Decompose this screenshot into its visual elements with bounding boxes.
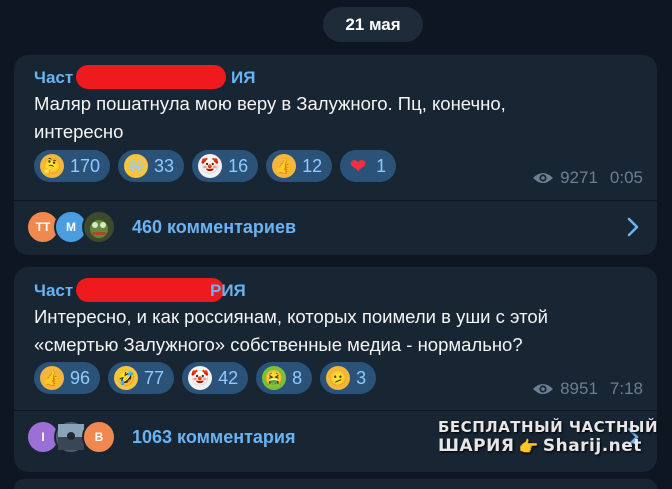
rofl-face-icon: 🤣 <box>114 366 139 390</box>
reaction-count: 16 <box>228 155 249 176</box>
next-post-edge <box>14 479 657 489</box>
reaction-grin[interactable]: 😁 33 <box>118 150 185 182</box>
author-name[interactable]: Част <box>34 281 73 301</box>
post-text-line: Интересно, и как россиянам, которых поим… <box>34 306 548 327</box>
channel-post[interactable]: Част ИЯ Маляр пошатнула мою веру в Залуж… <box>14 55 657 255</box>
reaction-heart[interactable]: ❤ 1 <box>340 150 397 182</box>
post-time: 7:18 <box>609 379 643 398</box>
reactions-bar: 👍 96 🤣 77 🤡 42 🤮 8 🫤 3 <box>34 362 377 394</box>
clown-face-icon: 🤡 <box>188 366 213 390</box>
commenter-avatars: I B <box>26 420 126 454</box>
post-time: 0:05 <box>609 168 643 187</box>
author-name-tail: ИЯ <box>231 68 256 87</box>
thumbs-up-icon: 👍 <box>272 154 297 178</box>
watermark-line2: ШАРИЯ 👉 Sharij.net <box>438 436 658 456</box>
reaction-skeptical[interactable]: 🫤 3 <box>320 362 377 394</box>
reaction-count: 96 <box>70 367 91 388</box>
post-text-line: Маляр пошатнула мою веру в Залужного. Пц… <box>34 93 506 114</box>
watermark-line1: БЕСПЛАТНЫЙ ЧАСТНЫЙ <box>438 418 659 436</box>
post-meta: 9271 0:05 <box>532 168 643 188</box>
post-text: Маляр пошатнула мою веру в Залужного. Пц… <box>34 90 506 146</box>
chevron-right-icon <box>627 217 639 237</box>
reaction-count: 33 <box>154 155 175 176</box>
reaction-count: 8 <box>292 367 303 388</box>
comments-count: 460 комментариев <box>132 216 297 237</box>
view-count: 8951 <box>560 379 598 398</box>
post-text-line: «смертью Залужного» собственные медиа - … <box>34 334 523 355</box>
reaction-count: 1 <box>376 155 387 176</box>
redaction-mark <box>76 65 226 89</box>
thumbs-up-icon: 👍 <box>40 366 64 390</box>
reaction-rofl[interactable]: 🤣 77 <box>108 362 175 394</box>
post-text-line: интересно <box>34 121 124 142</box>
avatar: B <box>82 420 116 454</box>
reaction-count: 12 <box>302 155 323 176</box>
eye-icon <box>533 384 554 394</box>
reactions-bar: 🤔 170 😁 33 🤡 16 👍 12 ❤ 1 <box>34 150 397 182</box>
skeptical-face-icon: 🫤 <box>326 366 351 390</box>
comments-count: 1063 комментария <box>132 426 296 447</box>
reaction-thumbs-up[interactable]: 👍 12 <box>266 150 333 182</box>
watermark-name: ШАРИЯ <box>438 436 515 456</box>
reaction-count: 3 <box>356 367 367 388</box>
reaction-count: 77 <box>144 367 165 388</box>
post-meta: 8951 7:18 <box>532 379 643 399</box>
reaction-vomit[interactable]: 🤮 8 <box>256 362 313 394</box>
reaction-count: 170 <box>70 155 101 176</box>
vomiting-face-icon: 🤮 <box>262 366 287 390</box>
reaction-thinking[interactable]: 🤔 170 <box>34 150 111 182</box>
reaction-clown[interactable]: 🤡 16 <box>192 150 259 182</box>
author-name[interactable]: Част <box>34 68 73 88</box>
author-name-tail: РИЯ <box>210 281 246 300</box>
grinning-face-icon: 😁 <box>124 154 149 178</box>
reaction-thumbs-up[interactable]: 👍 96 <box>34 362 101 394</box>
post-text: Интересно, и как россиянам, которых поим… <box>34 303 548 359</box>
pointing-hand-icon: 👉 <box>518 436 539 456</box>
eye-icon <box>533 173 554 183</box>
thinking-face-icon: 🤔 <box>40 154 64 178</box>
commenter-avatars: TT M <box>26 210 126 244</box>
view-count: 9271 <box>560 168 598 187</box>
clown-face-icon: 🤡 <box>198 154 223 178</box>
watermark: БЕСПЛАТНЫЙ ЧАСТНЫЙ ШАРИЯ 👉 Sharij.net <box>438 418 658 456</box>
redaction-mark <box>76 278 224 302</box>
reaction-clown[interactable]: 🤡 42 <box>182 362 249 394</box>
watermark-site: Sharij.net <box>542 436 642 456</box>
comments-link[interactable]: TT M 460 комментариев <box>14 201 657 253</box>
reaction-count: 42 <box>218 367 239 388</box>
date-separator: 21 мая <box>323 7 423 42</box>
heart-icon: ❤ <box>349 155 367 178</box>
avatar-frog-icon <box>82 210 116 244</box>
